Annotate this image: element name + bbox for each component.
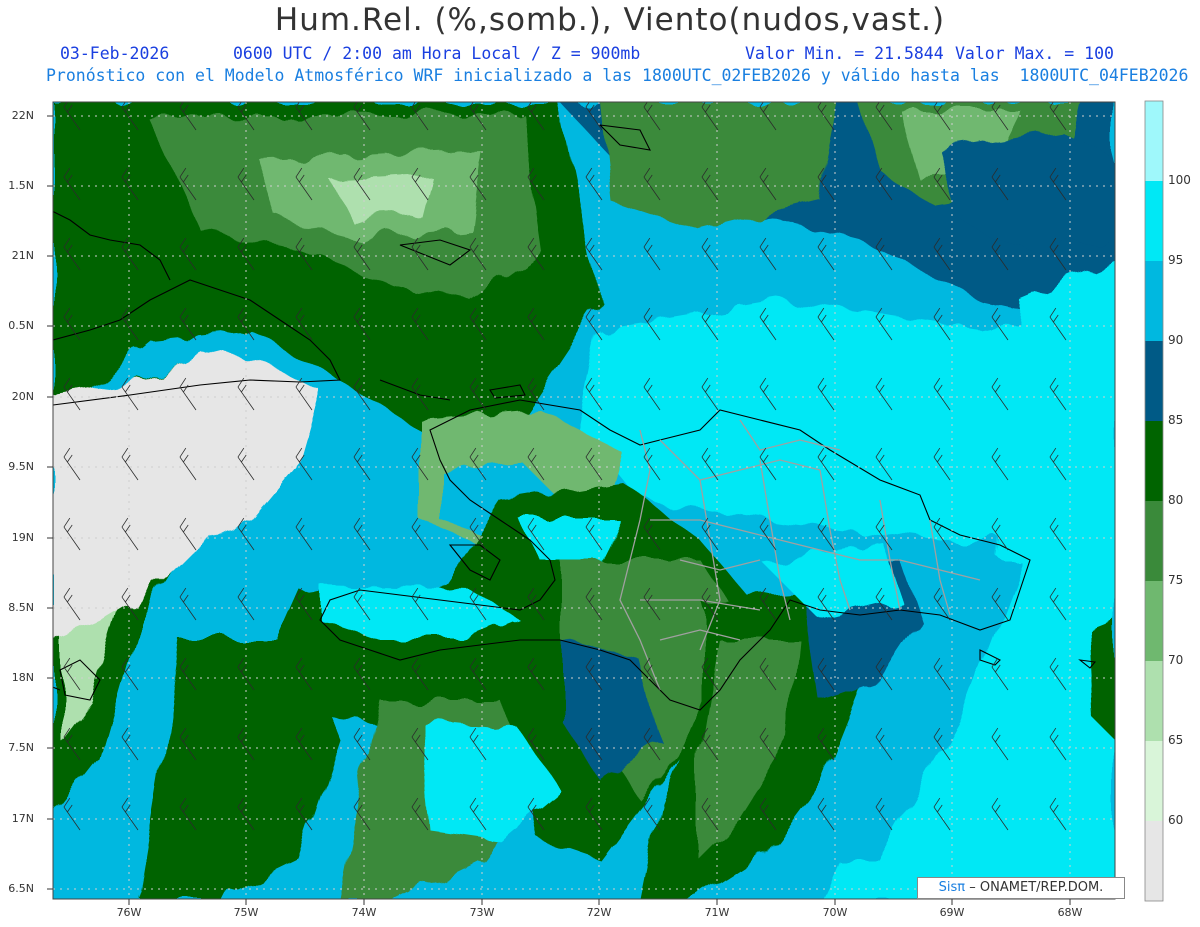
colorbar-label: 60 [1168, 813, 1184, 827]
lat-label: 9.5N [8, 460, 34, 473]
lon-label: 70W [822, 906, 848, 919]
lon-label: 75W [233, 906, 259, 919]
lat-label: 17N [11, 812, 34, 825]
lat-label: 6.5N [8, 882, 34, 895]
colorbar-label: 70 [1168, 653, 1184, 667]
colorbar-label: 65 [1168, 733, 1184, 747]
lat-label: 1.5N [8, 179, 34, 192]
coastline-10 [35, 630, 50, 640]
lon-label: 68W [1057, 906, 1083, 919]
colorbar-label: 90 [1168, 333, 1184, 347]
sispi-logo: Sisπ [938, 880, 966, 895]
colorbar-swatch-7 [1145, 661, 1163, 741]
lat-label: 7.5N [8, 741, 34, 754]
colorbar-label: 80 [1168, 493, 1184, 507]
lon-label: 69W [939, 906, 965, 919]
lat-label: 0.5N [8, 319, 34, 332]
colorbar [1144, 100, 1164, 902]
colorbar-label: 75 [1168, 573, 1184, 587]
lat-label: 19N [11, 531, 34, 544]
humidity-field [35, 102, 1115, 899]
colorbar-swatch-1 [1145, 181, 1163, 261]
credit-org: – ONAMET/REP.DOM. [969, 880, 1104, 895]
lon-label: 76W [116, 906, 142, 919]
colorbar-label: 100 [1168, 173, 1191, 187]
lon-label: 73W [469, 906, 495, 919]
colorbar-swatch-2 [1145, 261, 1163, 341]
colorbar-swatch-4 [1145, 421, 1163, 501]
colorbar-label: 95 [1168, 253, 1184, 267]
colorbar-label: 85 [1168, 413, 1184, 427]
colorbar-swatch-3 [1145, 341, 1163, 421]
colorbar-swatch-0 [1145, 101, 1163, 181]
lat-label: 22N [11, 109, 34, 122]
lon-label: 72W [586, 906, 612, 919]
colorbar-swatch-5 [1145, 501, 1163, 581]
lat-label: 8.5N [8, 601, 34, 614]
lon-label: 74W [351, 906, 377, 919]
colorbar-swatch-8 [1145, 741, 1163, 821]
lat-label: 20N [11, 390, 34, 403]
colorbar-swatch-6 [1145, 581, 1163, 661]
lon-label: 71W [704, 906, 730, 919]
credit-box: Sisπ – ONAMET/REP.DOM. [917, 877, 1125, 899]
colorbar-swatch-9 [1145, 821, 1163, 901]
humidity-map [35, 100, 1164, 905]
lat-label: 18N [11, 671, 34, 684]
lat-label: 21N [11, 249, 34, 262]
